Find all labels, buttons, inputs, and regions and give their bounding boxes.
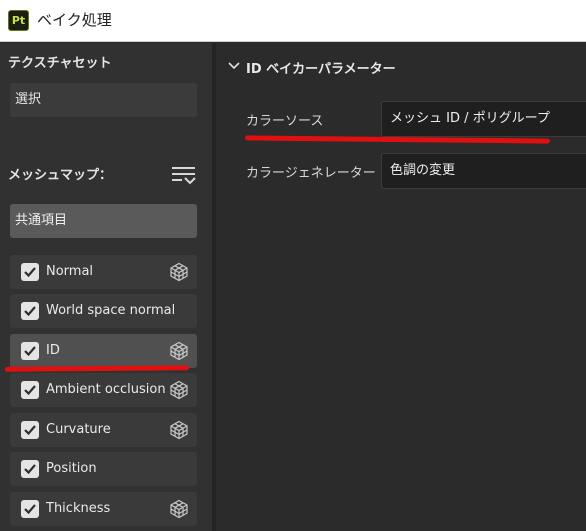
- texture-set-selector[interactable]: 選択: [10, 83, 197, 117]
- mesh-cube-icon[interactable]: [169, 380, 189, 400]
- mesh-map-item[interactable]: ID: [10, 334, 197, 368]
- title-bar: Pt ベイク処理: [0, 0, 586, 42]
- collapse-chevron-icon[interactable]: [228, 61, 240, 71]
- mesh-map-checkbox[interactable]: [21, 500, 39, 518]
- mesh-maps-heading: メッシュマップ：: [8, 168, 113, 183]
- mesh-map-checkbox[interactable]: [21, 263, 39, 281]
- mesh-map-item[interactable]: Curvature: [10, 413, 197, 447]
- mesh-cube-icon[interactable]: [169, 420, 189, 440]
- mesh-cube-icon[interactable]: [169, 341, 189, 361]
- mesh-map-label: Ambient occlusion: [46, 382, 166, 397]
- mesh-map-label: Position: [46, 461, 97, 476]
- mesh-map-label: Thickness: [46, 501, 111, 516]
- color-source-label: カラーソース: [246, 114, 324, 129]
- id-baker-params-heading: ID ベイカーパラメーター: [246, 62, 396, 77]
- mesh-map-checkbox[interactable]: [21, 342, 39, 360]
- color-generator-label: カラージェネレーター: [246, 166, 376, 181]
- mesh-map-item[interactable]: Normal: [10, 255, 197, 289]
- color-generator-dropdown[interactable]: 色調の変更: [381, 153, 586, 189]
- mesh-map-item[interactable]: World space normal: [10, 294, 197, 328]
- mesh-map-checkbox[interactable]: [21, 381, 39, 399]
- mesh-map-item[interactable]: Position: [10, 452, 197, 486]
- mesh-map-checkbox[interactable]: [21, 421, 39, 439]
- window-title: ベイク処理: [37, 11, 112, 29]
- mesh-map-label: Normal: [46, 264, 94, 279]
- texture-set-heading: テクスチャセット: [8, 56, 112, 71]
- mesh-map-item[interactable]: Thickness: [10, 492, 197, 526]
- common-settings-item[interactable]: 共通項目: [10, 204, 197, 238]
- app-logo-icon: Pt: [8, 10, 29, 31]
- mesh-map-label: Curvature: [46, 422, 111, 437]
- color-source-dropdown[interactable]: メッシュ ID / ポリグループ: [381, 101, 586, 137]
- mesh-cube-icon[interactable]: [169, 262, 189, 282]
- list-menu-icon[interactable]: [172, 166, 196, 188]
- mesh-map-item[interactable]: Ambient occlusion: [10, 373, 197, 407]
- mesh-map-label: ID: [46, 343, 60, 358]
- mesh-map-checkbox[interactable]: [21, 302, 39, 320]
- mesh-map-label: World space normal: [46, 303, 176, 318]
- mesh-cube-icon[interactable]: [169, 499, 189, 519]
- mesh-map-checkbox[interactable]: [21, 460, 39, 478]
